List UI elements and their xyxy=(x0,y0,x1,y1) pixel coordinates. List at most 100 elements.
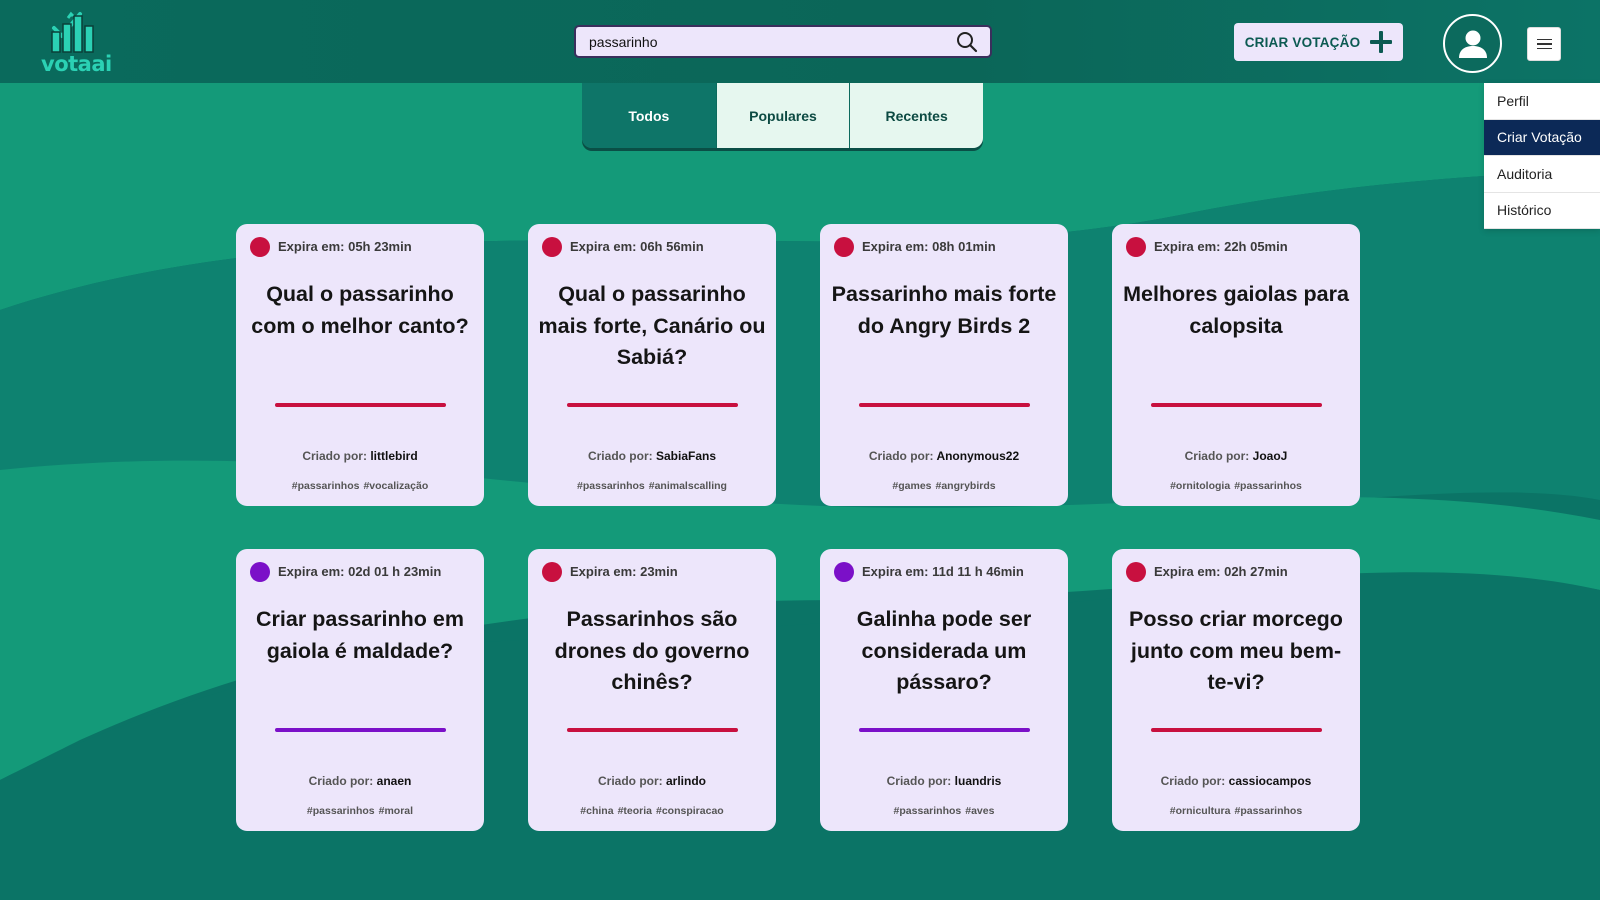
poll-title: Melhores gaiolas para calopsita xyxy=(1123,282,1349,338)
card-divider xyxy=(859,728,1030,732)
tag[interactable]: #conspiracao xyxy=(656,805,724,817)
poll-title: Passarinhos são drones do governo chinês… xyxy=(554,607,750,694)
expire-time: Expira em: 11d 11 h 46min xyxy=(862,564,1024,579)
search-input[interactable] xyxy=(576,27,952,56)
card-divider xyxy=(275,728,446,732)
status-dot-icon xyxy=(250,237,270,257)
plus-icon xyxy=(1370,31,1393,53)
poll-card[interactable]: Expira em: 06h 56min Qual o passarinho m… xyxy=(528,224,776,506)
poll-card[interactable]: Expira em: 02h 27min Posso criar morcego… xyxy=(1112,549,1360,831)
author-prefix: Criado por: xyxy=(597,774,663,788)
poll-author: Criado por: cassiocampos xyxy=(1112,774,1360,788)
status-dot-icon xyxy=(834,237,854,257)
poll-card[interactable]: Expira em: 08h 01min Passarinho mais for… xyxy=(820,224,1068,506)
user-icon xyxy=(1458,30,1487,58)
search-bar xyxy=(574,25,992,58)
poll-author: Criado por: JoaoJ xyxy=(1112,449,1360,463)
poll-card[interactable]: Expira em: 22h 05min Melhores gaiolas pa… xyxy=(1112,224,1360,506)
poll-tags: #passarinhos #vocalização xyxy=(236,480,484,492)
card-divider xyxy=(275,403,446,407)
tab-recentes[interactable]: Recentes xyxy=(849,83,983,148)
tag[interactable]: #passarinhos xyxy=(1234,805,1302,817)
poll-title: Passarinho mais forte do Angry Birds 2 xyxy=(831,282,1057,338)
card-divider xyxy=(567,728,738,732)
card-divider xyxy=(1151,728,1322,732)
tag[interactable]: #aves xyxy=(965,805,994,817)
expire-time: Expira em: 02h 27min xyxy=(1154,564,1288,579)
tag[interactable]: #passarinhos xyxy=(577,480,645,492)
author-name[interactable]: luandris xyxy=(955,774,1002,788)
author-prefix: Criado por: xyxy=(308,774,374,788)
poll-tags: #passarinhos #moral xyxy=(236,805,484,817)
tag[interactable]: #animalscalling xyxy=(649,480,727,492)
search-icon[interactable] xyxy=(952,27,982,57)
author-name[interactable]: anaen xyxy=(377,774,412,788)
tag[interactable]: #vocalização xyxy=(363,480,428,492)
tag[interactable]: #ornicultura xyxy=(1170,805,1231,817)
poll-card[interactable]: Expira em: 11d 11 h 46min Galinha pode s… xyxy=(820,549,1068,831)
status-dot-icon xyxy=(1126,237,1146,257)
status-dot-icon xyxy=(834,562,854,582)
poll-title: Qual o passarinho com o melhor canto? xyxy=(251,282,469,338)
poll-author: Criado por: littlebird xyxy=(236,449,484,463)
status-dot-icon xyxy=(542,562,562,582)
poll-author: Criado por: SabiaFans xyxy=(528,449,776,463)
expire-time: Expira em: 08h 01min xyxy=(862,239,996,254)
expire-time: Expira em: 05h 23min xyxy=(278,239,412,254)
tag[interactable]: #passarinhos xyxy=(307,805,375,817)
app-name: votaai xyxy=(41,52,112,76)
poll-card[interactable]: Expira em: 05h 23min Qual o passarinho c… xyxy=(236,224,484,506)
tag[interactable]: #angrybirds xyxy=(936,480,996,492)
author-name[interactable]: Anonymous22 xyxy=(936,449,1019,463)
tag[interactable]: #teoria xyxy=(618,805,652,817)
author-prefix: Criado por: xyxy=(587,449,653,463)
tag[interactable]: #ornitologia xyxy=(1170,480,1230,492)
tag[interactable]: #moral xyxy=(379,805,413,817)
tag[interactable]: #passarinhos xyxy=(292,480,360,492)
poll-author: Criado por: anaen xyxy=(236,774,484,788)
author-name[interactable]: JoaoJ xyxy=(1253,449,1288,463)
menu-item-criar-votacao[interactable]: Criar Votação xyxy=(1484,119,1600,156)
menu-item-perfil[interactable]: Perfil xyxy=(1484,83,1600,120)
hamburger-menu-icon[interactable] xyxy=(1527,27,1561,61)
author-name[interactable]: cassiocampos xyxy=(1229,774,1312,788)
menu-item-historico[interactable]: Histórico xyxy=(1484,193,1600,229)
expire-time: Expira em: 06h 56min xyxy=(570,239,704,254)
poll-author: Criado por: arlindo xyxy=(528,774,776,788)
tag[interactable]: #passarinhos xyxy=(1234,480,1302,492)
card-divider xyxy=(859,403,1030,407)
tag[interactable]: #china xyxy=(580,805,613,817)
top-navbar: votaai CRIAR VOTAÇÃO xyxy=(0,0,1600,83)
author-name[interactable]: SabiaFans xyxy=(656,449,716,463)
chart-logo-icon xyxy=(51,11,94,53)
card-divider xyxy=(1151,403,1322,407)
author-prefix: Criado por: xyxy=(1184,449,1250,463)
poll-author: Criado por: Anonymous22 xyxy=(820,449,1068,463)
author-prefix: Criado por: xyxy=(1160,774,1226,788)
poll-tags: #games #angrybirds xyxy=(820,480,1068,492)
author-name[interactable]: littlebird xyxy=(370,449,417,463)
user-avatar[interactable] xyxy=(1443,14,1502,73)
poll-tags: #china #teoria #conspiracao xyxy=(528,805,776,817)
author-name[interactable]: arlindo xyxy=(666,774,706,788)
menu-item-auditoria[interactable]: Auditoria xyxy=(1484,156,1600,193)
poll-tags: #ornicultura #passarinhos xyxy=(1112,805,1360,817)
expire-time: Expira em: 23min xyxy=(570,564,678,579)
author-prefix: Criado por: xyxy=(886,774,952,788)
status-dot-icon xyxy=(542,237,562,257)
poll-card[interactable]: Expira em: 02d 01 h 23min Criar passarin… xyxy=(236,549,484,831)
create-vote-button[interactable]: CRIAR VOTAÇÃO xyxy=(1234,23,1403,61)
status-dot-icon xyxy=(1126,562,1146,582)
tag[interactable]: #passarinhos xyxy=(894,805,962,817)
poll-title: Criar passarinho em gaiola é maldade? xyxy=(256,607,464,663)
expire-time: Expira em: 22h 05min xyxy=(1154,239,1288,254)
poll-title: Qual o passarinho mais forte, Canário ou… xyxy=(538,282,766,369)
tag[interactable]: #games xyxy=(892,480,931,492)
tab-todos[interactable]: Todos xyxy=(582,83,716,148)
tab-populares[interactable]: Populares xyxy=(715,83,850,148)
poll-title: Posso criar morcego junto com meu bem-te… xyxy=(1129,607,1343,694)
poll-tags: #ornitologia #passarinhos xyxy=(1112,480,1360,492)
author-prefix: Criado por: xyxy=(868,449,934,463)
poll-author: Criado por: luandris xyxy=(820,774,1068,788)
poll-card[interactable]: Expira em: 23min Passarinhos são drones … xyxy=(528,549,776,831)
